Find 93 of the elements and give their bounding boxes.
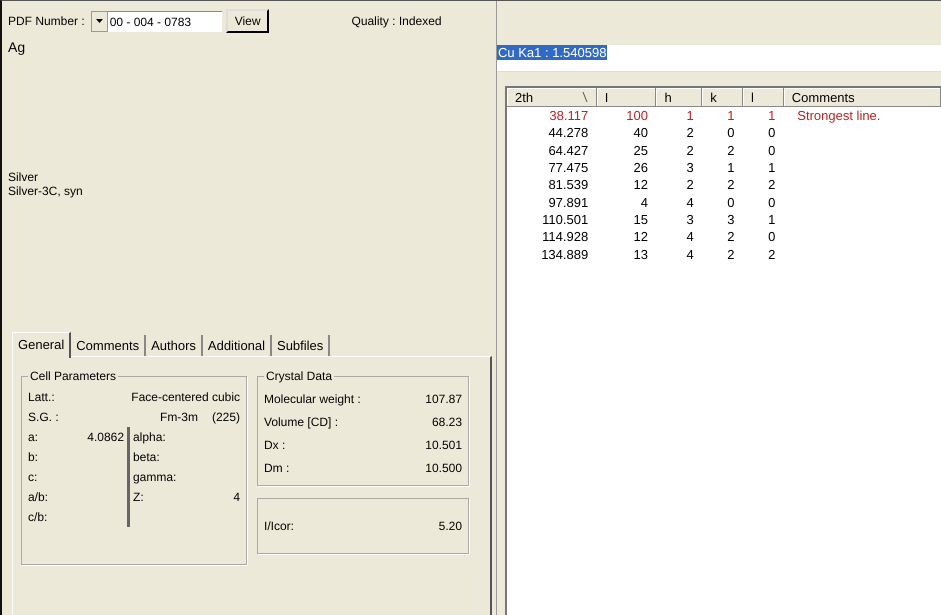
field-value: 68.23 bbox=[432, 414, 462, 428]
table-cell: 1 bbox=[742, 106, 784, 124]
field-value: Face-centered cubic bbox=[131, 390, 240, 404]
field-value: (225) bbox=[212, 410, 240, 424]
field-label: b: bbox=[28, 450, 38, 464]
field-value: 4.0862 bbox=[87, 430, 124, 444]
table-cell-text: 26 bbox=[632, 159, 649, 176]
table-cell: 1 bbox=[656, 106, 702, 124]
field-label: c/b: bbox=[28, 510, 48, 524]
table-cell-text: 2 bbox=[726, 246, 736, 263]
field-label: a: bbox=[28, 430, 38, 444]
field-label: Dm : bbox=[264, 460, 290, 474]
field-label: Latt.: bbox=[28, 390, 55, 404]
field-label: a/b: bbox=[28, 490, 48, 504]
field-label: c: bbox=[28, 470, 38, 484]
table-cell-text: 12 bbox=[632, 228, 649, 246]
table-cell-text: 2 bbox=[685, 176, 695, 194]
table-cell-text: 25 bbox=[632, 142, 649, 159]
table-cell-text: 4 bbox=[640, 194, 649, 211]
field-label: Molecular weight : bbox=[264, 392, 361, 406]
table-cell-text: 4 bbox=[685, 246, 695, 263]
dropdown-button[interactable] bbox=[90, 10, 108, 32]
table-cell-text: 134.889 bbox=[540, 246, 590, 263]
table-cell-text: 4 bbox=[685, 228, 695, 246]
group-title: Crystal Data bbox=[265, 369, 334, 383]
field-label: Z: bbox=[133, 490, 144, 504]
field-label: beta: bbox=[133, 450, 160, 464]
table-cell: Strongest line. bbox=[783, 106, 940, 124]
table-cell-text: 12 bbox=[632, 176, 649, 194]
table-cell-text: 0 bbox=[767, 194, 776, 211]
table-cell-text: 1 bbox=[726, 159, 736, 176]
table-cell-text: 44.278 bbox=[547, 124, 590, 142]
table-cell: 38.117 bbox=[507, 106, 596, 124]
table-cell-text: 2 bbox=[726, 228, 736, 246]
field-value: 10.501 bbox=[425, 438, 462, 452]
field-label: Volume [CD] : bbox=[264, 414, 338, 428]
table-cell-text: 0 bbox=[767, 228, 776, 246]
table-cell-text: 1 bbox=[767, 210, 776, 228]
mineral-name: Silver-3C, syn bbox=[8, 184, 83, 198]
dropdown-caret-icon bbox=[96, 19, 103, 23]
table-cell-text: 1 bbox=[767, 159, 776, 176]
view-button[interactable]: View bbox=[226, 9, 270, 33]
field-value: Fm-3m bbox=[160, 410, 198, 424]
field-label: S.G. : bbox=[28, 410, 59, 424]
table-cell-text: 81.539 bbox=[547, 176, 590, 194]
table-cell: 100 bbox=[596, 106, 656, 124]
column-header[interactable]: I bbox=[596, 88, 656, 106]
field-value: 4 bbox=[233, 490, 240, 504]
field-label: Dx : bbox=[264, 438, 286, 452]
table-cell-text: 15 bbox=[632, 210, 649, 228]
field-label: gamma: bbox=[133, 470, 176, 484]
field-value: 107.87 bbox=[425, 392, 462, 406]
column-header[interactable]: l bbox=[742, 88, 784, 106]
quality-label: Quality : Indexed bbox=[351, 14, 442, 28]
header-text: 2th bbox=[515, 90, 534, 104]
table-cell-text: 3 bbox=[685, 159, 695, 176]
table-cell-text: 114.928 bbox=[541, 228, 590, 246]
table-cell-text: 97.891 bbox=[547, 194, 590, 211]
column-header[interactable]: 2th bbox=[507, 88, 596, 106]
table-cell-text: 4 bbox=[685, 194, 695, 211]
formula-text: Ag bbox=[8, 39, 26, 55]
table-cell-text: 2 bbox=[726, 176, 736, 194]
table-cell-text: 77.475 bbox=[547, 159, 590, 176]
table-cell-text: 2 bbox=[685, 142, 695, 159]
table-cell-text: 0 bbox=[767, 142, 776, 159]
wavelength-value[interactable]: Cu Ka1 : 1.540598 bbox=[497, 45, 608, 60]
table-cell-text: 3 bbox=[685, 210, 695, 228]
table-cell-text: 3 bbox=[726, 210, 736, 228]
field-label: alpha: bbox=[133, 430, 166, 444]
column-header[interactable]: h bbox=[656, 88, 702, 106]
table-cell: 1 bbox=[702, 106, 742, 124]
table-cell-text: 2 bbox=[685, 124, 695, 142]
group-title: Cell Parameters bbox=[29, 369, 118, 383]
table-cell-text: 64.427 bbox=[547, 142, 590, 159]
field-value: 5.20 bbox=[438, 519, 462, 533]
sort-icon bbox=[582, 92, 588, 102]
table-cell-text: 2 bbox=[726, 142, 736, 159]
field-label: I/Icor: bbox=[264, 519, 294, 533]
table-cell-text: 0 bbox=[767, 124, 776, 142]
pdf-number-field[interactable]: 00 - 004 - 0783 bbox=[108, 10, 222, 32]
table-cell-text: 110.501 bbox=[541, 210, 590, 228]
table-cell-text: 0 bbox=[726, 194, 736, 211]
mineral-name: Silver bbox=[8, 170, 38, 184]
table-cell-text: 2 bbox=[767, 176, 776, 194]
pdf-number-label: PDF Number : bbox=[8, 14, 85, 28]
table-cell-text: 13 bbox=[632, 246, 649, 263]
column-header[interactable]: k bbox=[702, 88, 742, 106]
table-cell-text: 40 bbox=[632, 124, 649, 142]
table-cell-text: 0 bbox=[726, 124, 736, 142]
column-header[interactable]: Comments bbox=[783, 88, 940, 106]
table-cell-text: 2 bbox=[767, 246, 776, 263]
tab[interactable]: General bbox=[12, 332, 72, 358]
field-value: 10.500 bbox=[425, 460, 462, 474]
